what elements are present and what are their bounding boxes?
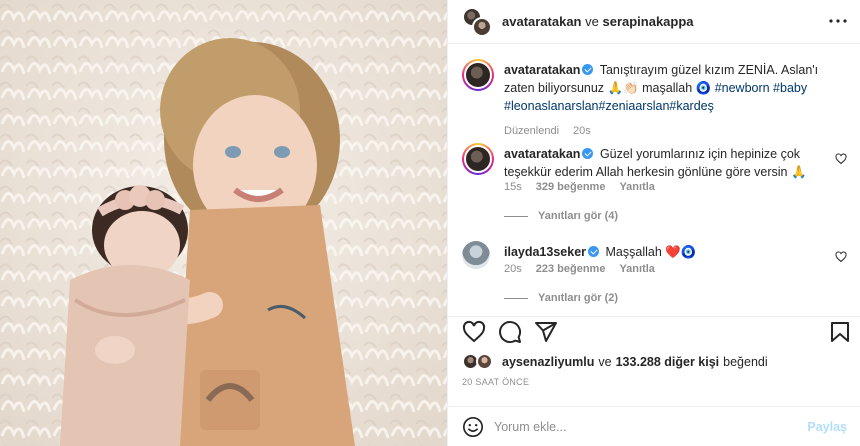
collab-avatars[interactable]	[462, 6, 492, 37]
authors-joiner: ve	[585, 14, 599, 29]
caption-text: avataratakan Tanıştırayım güzel kızım ZE…	[504, 61, 824, 115]
author-link[interactable]: serapinakappa	[602, 14, 693, 29]
likes-summary: aysenazliyumlu ve 133.288 diğer kişi beğ…	[462, 352, 768, 372]
comment-likes[interactable]: 223 beğenme	[536, 263, 606, 275]
view-replies-label: Yanıtları gör (4)	[538, 210, 619, 222]
comment-text: ilayda13seker Maşşallah ❤️🧿	[504, 243, 824, 261]
bookmark-icon[interactable]	[828, 320, 852, 344]
more-icon[interactable]	[829, 14, 847, 28]
caption-meta: Düzenlendi 20s	[504, 125, 591, 137]
replies-divider	[504, 297, 528, 299]
reply-button[interactable]: Yanıtla	[619, 263, 654, 275]
action-bar	[448, 316, 860, 356]
author-link[interactable]: avataratakan	[502, 14, 582, 29]
comments-list[interactable]: avataratakan Tanıştırayım güzel kızım ZE…	[448, 45, 860, 315]
comment-time[interactable]: 15s	[504, 181, 522, 193]
post-header: avataratakan ve serapinakappa	[448, 0, 860, 44]
comment-like-icon[interactable]	[835, 153, 847, 165]
comment-time[interactable]: 20s	[504, 263, 522, 275]
comment-item: ilayda13seker Maşşallah ❤️🧿 20s 223 beğe…	[462, 241, 847, 315]
heart-icon[interactable]	[462, 320, 486, 344]
edited-label: Düzenlendi	[504, 125, 560, 137]
likes-count[interactable]: 133.288 diğer kişi	[616, 355, 720, 369]
likes-suffix: beğendi	[723, 355, 768, 369]
comment-meta: 15s 329 beğenme Yanıtla	[504, 181, 655, 193]
comment-username[interactable]: ilayda13seker	[504, 245, 586, 259]
view-replies-button[interactable]: Yanıtları gör (4)	[504, 210, 618, 222]
post-photo[interactable]	[0, 0, 447, 446]
comment-icon[interactable]	[498, 320, 522, 344]
post-timestamp[interactable]: 20 SAAT ÖNCE	[462, 377, 529, 387]
replies-divider	[504, 215, 528, 217]
verified-icon	[588, 246, 600, 257]
avatar[interactable]	[462, 59, 494, 91]
post-photo-illustration	[0, 0, 447, 446]
caption-username[interactable]: avataratakan	[504, 63, 580, 77]
comment-likes[interactable]: 329 beğenme	[536, 181, 606, 193]
post-comment-button[interactable]: Paylaş	[807, 420, 847, 434]
avatar[interactable]	[462, 143, 494, 175]
view-replies-button[interactable]: Yanıtları gör (2)	[504, 292, 618, 304]
comment-body: Maşşallah ❤️🧿	[605, 245, 697, 259]
liker-avatars	[462, 352, 496, 372]
caption: avataratakan Tanıştırayım güzel kızım ZE…	[462, 59, 847, 139]
instagram-post: avataratakan ve serapinakappa avataratak…	[0, 0, 860, 446]
comment-input[interactable]	[494, 419, 808, 434]
verified-icon	[582, 148, 594, 159]
add-comment-bar: Paylaş	[448, 406, 860, 446]
view-replies-label: Yanıtları gör (2)	[538, 292, 619, 304]
liker-username[interactable]: aysenazliyumlu	[502, 355, 594, 369]
reply-button[interactable]: Yanıtla	[619, 181, 654, 193]
comment-text: avataratakan Güzel yorumlarınız için hep…	[504, 145, 824, 181]
avatar	[472, 16, 492, 37]
caption-time[interactable]: 20s	[573, 125, 591, 137]
post-sidebar: avataratakan ve serapinakappa avataratak…	[447, 0, 860, 446]
comment-meta: 20s 223 beğenme Yanıtla	[504, 263, 655, 275]
emoji-icon[interactable]	[462, 416, 484, 438]
comment-username[interactable]: avataratakan	[504, 147, 580, 161]
likes-joiner: ve	[598, 355, 612, 369]
verified-icon	[582, 64, 594, 75]
avatar	[476, 353, 493, 370]
share-icon[interactable]	[534, 320, 558, 344]
avatar[interactable]	[462, 241, 490, 269]
comment-like-icon[interactable]	[835, 251, 847, 263]
comment-item: avataratakan Güzel yorumlarınız için hep…	[462, 143, 847, 233]
post-authors: avataratakan ve serapinakappa	[502, 14, 694, 29]
